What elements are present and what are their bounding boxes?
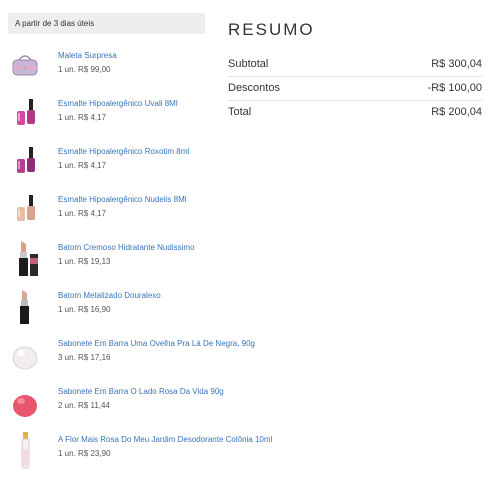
lipstick-icon — [8, 238, 42, 278]
product-name-link[interactable]: Esmalte Hipoalergênico Uvali 8Ml — [58, 99, 178, 108]
product-quantity-price: 1 un. R$ 19,13 — [58, 257, 111, 266]
product-name-link[interactable]: Sabonete Em Barra O Lado Rosa Da Vida 90… — [58, 387, 224, 396]
product-name-link[interactable]: Esmalte Hipoalergênico Roxotim 8ml — [58, 147, 189, 156]
total-value: R$ 200,04 — [431, 106, 482, 118]
perfume-vial-icon — [8, 430, 42, 470]
subtotal-value: R$ 300,04 — [431, 58, 482, 70]
soap-bar-icon — [8, 334, 42, 374]
product-quantity-price: 1 un. R$ 99,00 — [58, 65, 111, 74]
product-name-link[interactable]: Maleta Surpresa — [58, 51, 117, 60]
nail-polish-icon — [8, 190, 42, 230]
delivery-estimate-bar: A partir de 3 dias úteis — [8, 13, 205, 34]
list-item: Batom Cremoso Hidratante Nudissimo 1 un.… — [8, 238, 308, 284]
product-name-link[interactable]: A Flor Mais Rosa Do Meu Jardim Desodoran… — [58, 435, 272, 444]
list-item: Batom Metalizado Douralexo 1 un. R$ 16,9… — [8, 286, 308, 332]
product-quantity-price: 1 un. R$ 4,17 — [58, 113, 107, 122]
list-item: Sabonete Em Barra Uma Ovelha Pra Lá De N… — [8, 334, 308, 380]
product-quantity-price: 3 un. R$ 17,16 — [58, 353, 111, 362]
product-quantity-price: 1 un. R$ 4,17 — [58, 161, 107, 170]
nail-polish-icon — [8, 142, 42, 182]
product-name-link[interactable]: Batom Cremoso Hidratante Nudissimo — [58, 243, 195, 252]
order-summary: RESUMO Subtotal R$ 300,04 Descontos -R$ … — [228, 20, 482, 118]
soap-bar-icon — [8, 382, 42, 422]
discount-row: Descontos -R$ 100,00 — [228, 82, 482, 98]
product-name-link[interactable]: Esmalte Hipoalergênico Nudelis 8Ml — [58, 195, 187, 204]
delivery-estimate-label: A partir de 3 dias úteis — [15, 19, 95, 28]
product-quantity-price: 1 un. R$ 4,17 — [58, 209, 107, 218]
subtotal-label: Subtotal — [228, 58, 269, 70]
summary-divider — [228, 100, 482, 101]
total-label: Total — [228, 106, 252, 118]
summary-divider — [228, 76, 482, 77]
list-item: Sabonete Em Barra O Lado Rosa Da Vida 90… — [8, 382, 308, 428]
discount-value: -R$ 100,00 — [427, 82, 482, 94]
product-quantity-price: 1 un. R$ 23,90 — [58, 449, 111, 458]
subtotal-row: Subtotal R$ 300,04 — [228, 58, 482, 74]
product-quantity-price: 1 un. R$ 16,90 — [58, 305, 111, 314]
summary-title: RESUMO — [228, 20, 315, 39]
list-item: Esmalte Hipoalergênico Nudelis 8Ml 1 un.… — [8, 190, 308, 236]
list-item: A Flor Mais Rosa Do Meu Jardim Desodoran… — [8, 430, 308, 476]
product-quantity-price: 2 un. R$ 11,44 — [58, 401, 110, 410]
cosmetic-bag-icon — [8, 46, 42, 86]
discount-label: Descontos — [228, 82, 280, 94]
list-item: Esmalte Hipoalergênico Roxotim 8ml 1 un.… — [8, 142, 308, 188]
lipstick-icon — [8, 286, 42, 326]
total-row: Total R$ 200,04 — [228, 106, 482, 122]
nail-polish-icon — [8, 94, 42, 134]
product-name-link[interactable]: Batom Metalizado Douralexo — [58, 291, 161, 300]
product-name-link[interactable]: Sabonete Em Barra Uma Ovelha Pra Lá De N… — [58, 339, 255, 348]
